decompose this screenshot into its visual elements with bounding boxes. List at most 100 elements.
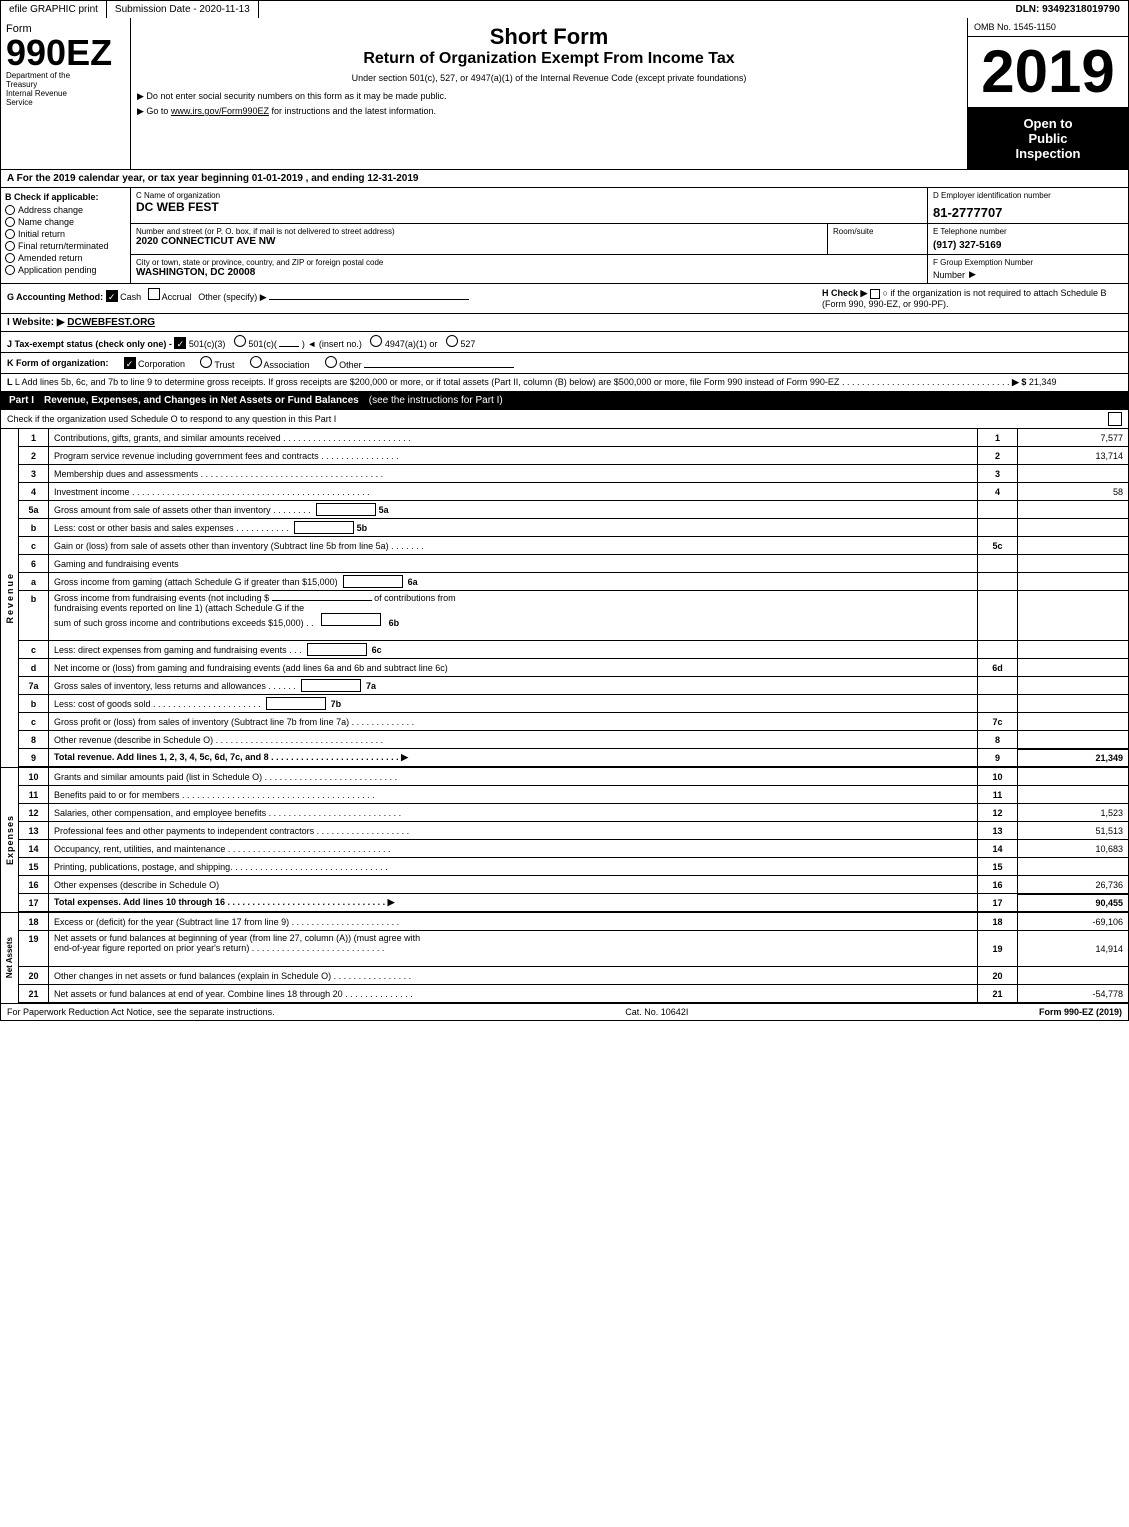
form-number-box: Form 990EZ Department of the Treasury In… [1,18,131,169]
row-value-5a [1018,501,1128,518]
open-text: Open to [973,116,1123,131]
cb-application: Application pending [5,265,126,275]
revenue-row-6b: b Gross income from fundraising events (… [19,591,1128,641]
row-value-1: 7,577 [1018,429,1128,446]
6b-amount [272,600,372,601]
revenue-row-5c: c Gain or (loss) from sale of assets oth… [19,537,1128,555]
submission-date: Submission Date - 2020-11-13 [107,1,259,18]
section-a-text: A For the 2019 calendar year, or tax yea… [7,173,418,184]
assets-side: Net Assets [1,913,19,1003]
row-desc-6: Gaming and fundraising events [49,555,978,572]
instruction2-text: ▶ Go to www.irs.gov/Form990EZ for instru… [137,106,436,116]
row-value-21: -54,778 [1018,985,1128,1002]
cb-application-label: Application pending [18,265,97,275]
7b-label: 7b [331,699,342,709]
row-desc-8: Other revenue (describe in Schedule O) .… [49,731,978,748]
tax-insert-no [279,346,299,347]
expenses-section: Expenses 10 Grants and similar amounts p… [0,768,1129,913]
row-linenum-12: 12 [978,804,1018,821]
row-linenum-9: 9 [978,749,1018,766]
part1-title: Revenue, Expenses, and Changes in Net As… [44,395,359,406]
phone-field: E Telephone number (917) 327-5169 [928,224,1128,254]
revenue-row-6d: d Net income or (loss) from gaming and f… [19,659,1128,677]
org-name-label: C Name of organization [136,191,922,200]
section-b-label: B Check if applicable: [5,192,126,202]
revenue-row-6a: a Gross income from gaming (attach Sched… [19,573,1128,591]
instruction2: ▶ Go to www.irs.gov/Form990EZ for instru… [137,106,961,117]
row-linenum-6b [978,591,1018,640]
part1-label: Part I [9,395,34,406]
row-linenum-14: 14 [978,840,1018,857]
inspection-text: Inspection [973,146,1123,161]
org-name-field: C Name of organization DC WEB FEST [131,188,928,223]
cb-name: Name change [5,217,126,227]
tax-501c3-check: ✓ [174,337,186,349]
public-text: Public [973,131,1123,146]
row-num-13: 13 [19,822,49,839]
paperwork-text: For Paperwork Reduction Act Notice, see … [7,1007,275,1017]
corp-check: ✓ [124,357,136,369]
row-value-7a [1018,677,1128,694]
revenue-section: Revenue 1 Contributions, gifts, grants, … [0,429,1129,768]
row-desc-6a: Gross income from gaming (attach Schedul… [49,573,978,590]
tax-501c-circle [234,335,246,347]
short-form-title: Short Form [137,24,961,50]
acct-accrual: Accrual [148,292,195,302]
phone-label: E Telephone number [933,227,1123,236]
acct-cash: ✓ Cash [106,292,144,302]
row-desc-4: Investment income . . . . . . . . . . . … [49,483,978,500]
5b-box [294,521,354,534]
row-desc-6c: Less: direct expenses from gaming and fu… [49,641,978,658]
row-value-6c [1018,641,1128,658]
org-row-3: City or town, state or province, country… [131,255,1128,283]
row-linenum-15: 15 [978,858,1018,875]
row-linenum-6a [978,573,1018,590]
dln: DLN: 93492318019790 [1007,1,1128,18]
row-value-6 [1018,555,1128,572]
assoc-option: Association [250,356,310,370]
row-desc-18: Excess or (deficit) for the year (Subtra… [49,913,978,930]
org-row-1: C Name of organization DC WEB FEST D Emp… [131,188,1128,224]
irs-url[interactable]: www.irs.gov/Form990EZ [171,106,269,116]
group-number-label: Number [933,270,965,280]
ein-value: 81-2777707 [933,205,1123,220]
l-label: L [7,377,15,387]
group-label: F Group Exemption Number [933,258,1123,267]
expenses-side-label: Expenses [5,815,15,865]
row-desc-5a: Gross amount from sale of assets other t… [49,501,978,518]
row-linenum-17: 17 [978,894,1018,911]
5b-label: 5b [357,523,368,533]
omb: OMB No. 1545-1150 [968,18,1128,37]
cb-address: Address change [5,205,126,215]
row-linenum-7c: 7c [978,713,1018,730]
tax-501c3: ✓ 501(c)(3) [174,339,228,349]
section-b-box: B Check if applicable: Address change Na… [1,188,131,283]
row-num-3: 3 [19,465,49,482]
revenue-row-8: 8 Other revenue (describe in Schedule O)… [19,731,1128,749]
row-desc-10: Grants and similar amounts paid (list in… [49,768,978,785]
revenue-row-6: 6 Gaming and fundraising events [19,555,1128,573]
part1-check-line: Check if the organization used Schedule … [0,410,1129,429]
cb-address-label: Address change [18,205,83,215]
6c-label: 6c [372,645,382,655]
form-org-row: K Form of organization: ✓ Corporation Tr… [0,353,1129,374]
row-linenum-13: 13 [978,822,1018,839]
open-to-public-box: Open to Public Inspection [968,108,1128,169]
revenue-row-3: 3 Membership dues and assessments . . . … [19,465,1128,483]
revenue-row-4: 4 Investment income . . . . . . . . . . … [19,483,1128,501]
row-value-18: -69,106 [1018,913,1128,930]
top-section: Form 990EZ Department of the Treasury In… [0,18,1129,170]
row-desc-11: Benefits paid to or for members . . . . … [49,786,978,803]
row-linenum-21: 21 [978,985,1018,1002]
row-linenum-5a [978,501,1018,518]
row-num-4: 4 [19,483,49,500]
row-num-11: 11 [19,786,49,803]
row-num-2: 2 [19,447,49,464]
group-content: Number ▶ [933,269,1123,280]
year-omb-box: OMB No. 1545-1150 2019 Open to Public In… [968,18,1128,169]
row-value-14: 10,683 [1018,840,1128,857]
form-label-footer: Form 990-EZ (2019) [1039,1007,1122,1017]
corp-option: ✓ Corporation [124,357,186,369]
cb-amended: Amended return [5,253,126,263]
assets-side-label: Net Assets [5,937,14,978]
